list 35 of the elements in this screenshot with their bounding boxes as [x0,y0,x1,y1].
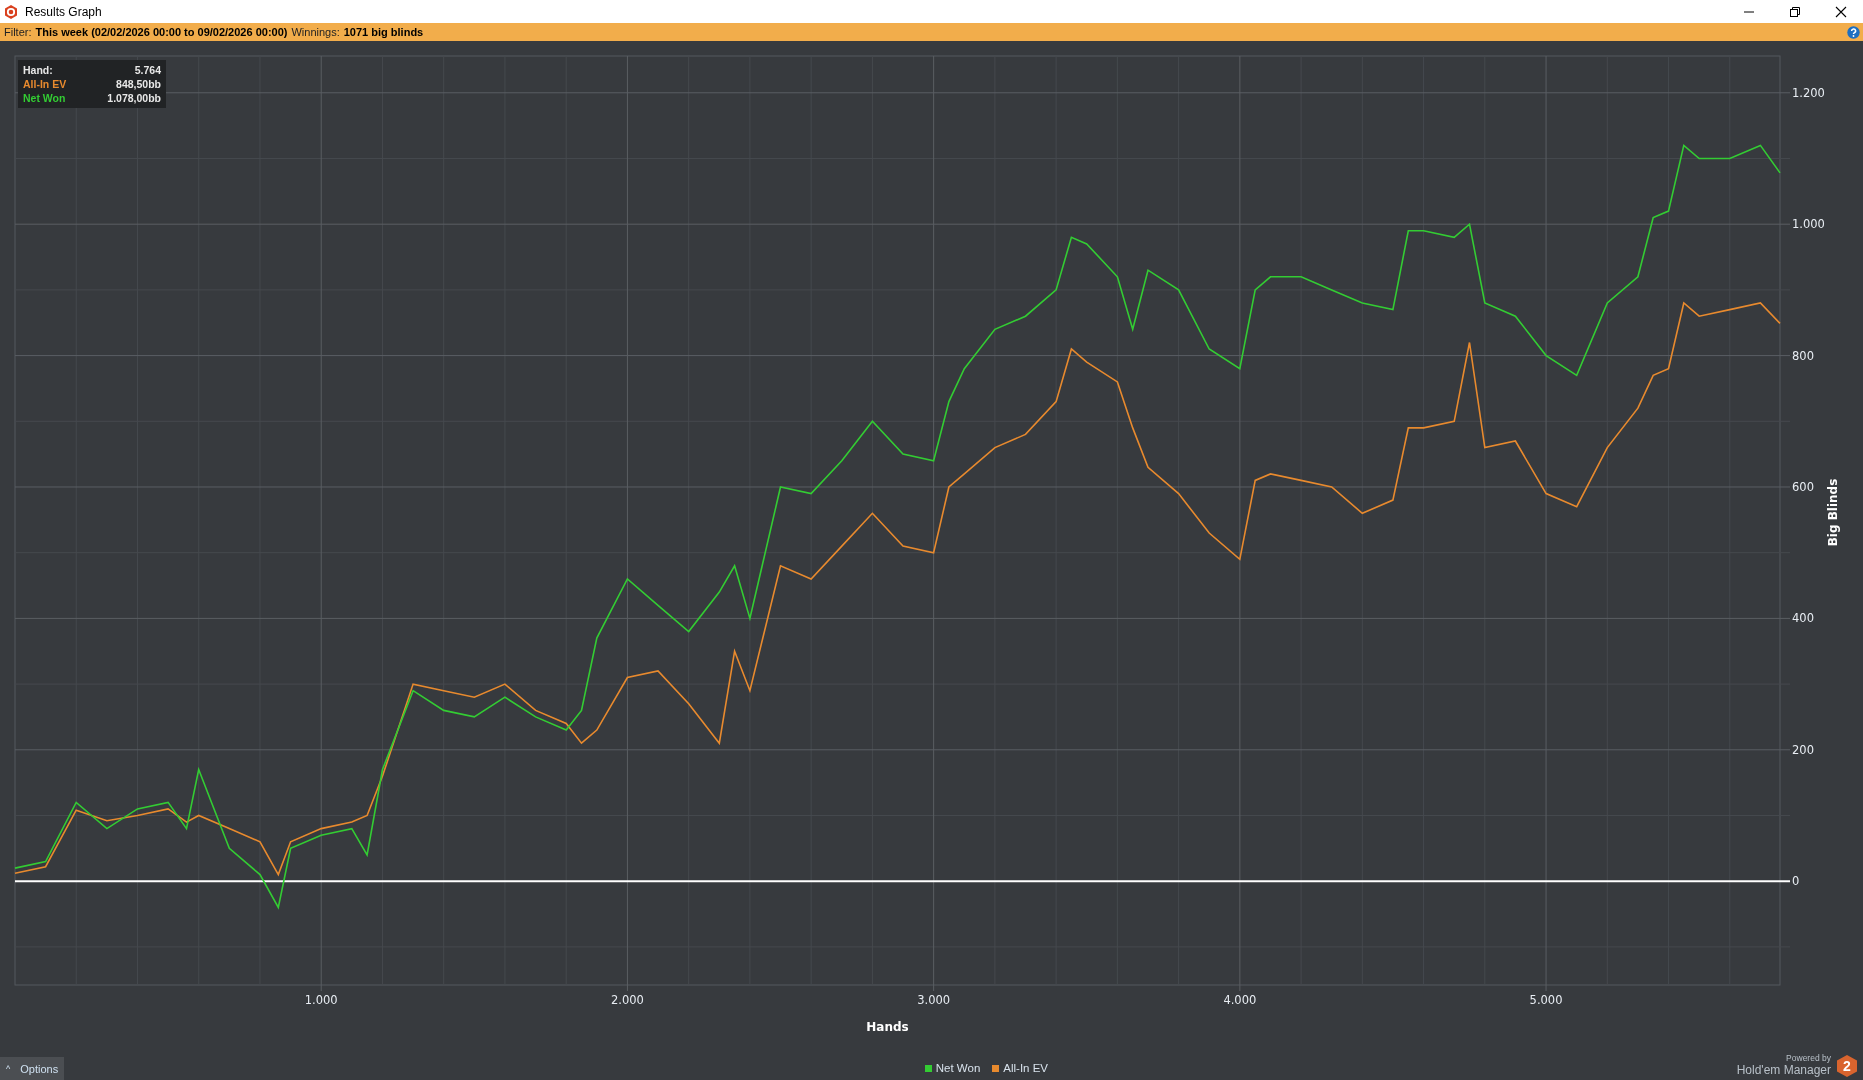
tooltip-label: All-In EV [23,78,68,90]
brand-name: Hold'em Manager [1736,1063,1831,1077]
y-tick-label: 0 [1792,874,1800,889]
y-tick-label: 1.200 [1792,85,1825,100]
winnings-label: Winnings: [291,26,340,38]
y-tick-label: 600 [1792,480,1814,494]
filter-label: Filter: [4,26,32,38]
legend-label: All-In EV [1003,1062,1049,1074]
x-tick-label: 5.000 [1529,993,1563,1007]
tooltip-label: Net Won [23,92,67,104]
y-axis-title: Big Blinds [1826,478,1840,547]
x-tick-label: 4.000 [1223,993,1257,1007]
powered-by-text: Powered by [1786,1053,1831,1063]
brand-logo: 2 [1837,1055,1857,1077]
y-tick-label: 200 [1792,742,1814,757]
restore-icon[interactable] [1789,5,1801,18]
y-tick-label: 1.000 [1792,217,1825,232]
tooltip-label: Hand: [23,64,54,76]
y-tick-label: 400 [1792,611,1814,626]
x-tick-label: 2.000 [610,993,644,1007]
x-tick-label: 3.000 [917,993,951,1007]
winnings-value: 1071 big blinds [343,26,424,38]
x-axis-title: Hands [866,1020,909,1034]
window-title: Results Graph [25,4,103,19]
legend-label: Net Won [935,1062,981,1074]
y-tick-label: 800 [1792,348,1814,363]
app-logo-icon [4,4,18,19]
options-button[interactable]: ^ Options [0,1057,65,1080]
tooltip-value: 848,50bb [115,78,161,90]
help-icon[interactable] [1847,25,1860,39]
x-tick-label: 1.000 [304,993,338,1007]
tooltip-value: 5.764 [133,64,161,76]
filter-value: This week (02/02/2026 00:00 to 09/02/2026 00:00) [35,26,288,38]
tooltip-value: 1.078,00bb [106,92,161,104]
close-icon[interactable] [1835,5,1847,18]
